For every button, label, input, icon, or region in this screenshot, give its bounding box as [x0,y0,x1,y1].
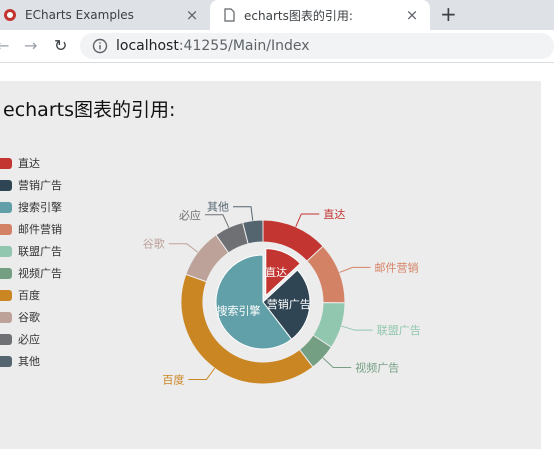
tab-echarts-examples[interactable]: ECharts Examples × [0,0,210,30]
label-line [339,266,371,273]
outer-slice-label: 百度 [162,373,184,387]
tab-title: ECharts Examples [25,8,134,22]
echarts-favicon-icon [4,9,16,21]
outer-slice-label: 其他 [207,201,229,214]
inner-slice-label: 直达 [265,265,287,279]
tab-echarts-reference[interactable]: echarts图表的引用: × [210,0,430,30]
pie-chart: 直达邮件营销联盟广告视频广告百度谷歌必应其他直达营销广告搜索引擎 [143,201,421,387]
label-line [295,213,320,228]
tab-close-icon[interactable]: × [404,6,420,24]
inner-slice-label: 营销广告 [267,297,311,311]
back-button[interactable]: ← [0,35,9,57]
label-line [188,367,216,381]
outer-slice-label: 谷歌 [143,237,165,251]
label-line [233,206,254,221]
browser-toolbar: ← → ↻ localhost:41255/Main/Index [0,30,554,63]
outer-slice-label: 直达 [323,207,345,221]
tab-strip: ECharts Examples × echarts图表的引用: × + [0,0,554,30]
label-line [204,214,230,228]
inner-slice-label: 搜索引擎 [217,303,261,317]
chart-panel: echarts图表的引用: 直达 营销广告 搜索引擎 邮件营销 联盟广告 视频广告 百度 谷歌… [0,81,541,449]
label-line [341,325,373,331]
label-line [322,357,352,368]
page-content: echarts图表的引用: 直达 营销广告 搜索引擎 邮件营销 联盟广告 视频广告 百度 谷歌… [0,63,554,459]
outer-slice-label: 必应 [179,208,201,222]
reload-button[interactable]: ↻ [54,35,67,57]
label-line [168,243,199,253]
outer-slice-label: 视频广告 [355,360,399,374]
url-text[interactable]: localhost:41255/Main/Index [116,38,310,54]
outer-slice-label: 邮件营销 [375,260,419,274]
outer-slice-label: 联盟广告 [377,324,421,337]
tab-title: echarts图表的引用: [244,8,353,23]
url-path: :41255/Main/Index [178,38,310,54]
tab-close-icon[interactable]: × [184,6,200,24]
url-host: localhost [116,38,179,54]
info-icon[interactable] [92,38,108,54]
page-favicon-icon [224,8,235,22]
new-tab-button[interactable]: + [440,2,457,26]
address-bar[interactable]: localhost:41255/Main/Index [80,33,554,59]
forward-button[interactable]: → [24,35,37,57]
